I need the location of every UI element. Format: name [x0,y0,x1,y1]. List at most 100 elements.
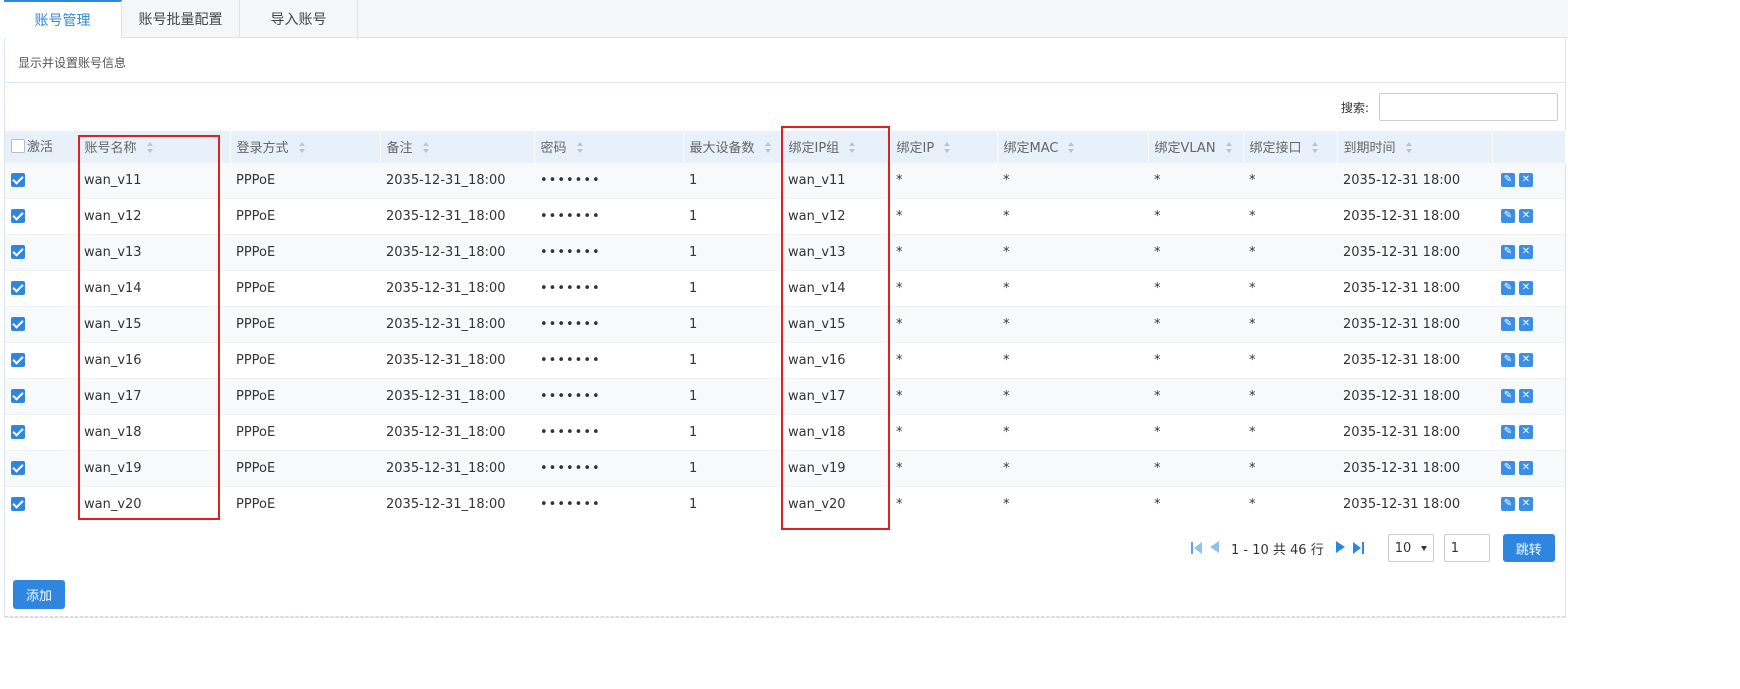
pencil-icon[interactable]: ✎ [1501,497,1515,512]
cell-expire: 2035-12-31 18:00 [1337,449,1492,486]
cell-ip-group: wan_v16 [782,341,890,378]
cell-iface: * [1243,377,1337,414]
search-input[interactable] [1379,93,1558,121]
divider [5,616,1565,617]
col-login-method[interactable]: 登录方式 [230,131,381,162]
select-all-checkbox[interactable] [11,138,25,153]
close-icon[interactable]: ✕ [1519,389,1533,403]
sort-icon[interactable] [1068,142,1075,154]
sort-icon[interactable] [422,142,430,154]
pencil-icon[interactable]: ✎ [1501,461,1515,475]
row-checkbox[interactable] [11,353,25,367]
cell-ip: * [890,161,997,198]
cell-iface: * [1243,161,1337,198]
close-icon[interactable]: ✕ [1519,209,1533,223]
sort-icon[interactable] [1225,142,1233,154]
pencil-icon[interactable]: ✎ [1501,317,1515,331]
col-ip-group[interactable]: 绑定IP组 [782,131,891,162]
row-checkbox[interactable] [11,497,25,512]
first-page-icon[interactable] [1191,542,1202,554]
sort-icon[interactable] [849,142,856,154]
pencil-icon[interactable]: ✎ [1501,209,1515,223]
cell-mac: * [997,161,1148,198]
row-checkbox[interactable] [11,209,25,223]
tab-import-accounts[interactable]: 导入账号 [240,0,358,38]
pencil-icon[interactable]: ✎ [1501,281,1515,295]
close-icon[interactable]: ✕ [1519,173,1533,187]
cell-note: 2035-12-31_18:00 [380,197,534,234]
cell-iface: * [1243,485,1337,522]
tab-batch-config[interactable]: 账号批量配置 [122,0,240,38]
pencil-icon[interactable]: ✎ [1501,173,1515,187]
cell-max-devices: 1 [683,413,782,450]
close-icon[interactable]: ✕ [1519,497,1533,512]
next-page-icon[interactable] [1336,541,1345,556]
cell-password: ••••••• [534,233,683,270]
cell-note: 2035-12-31_18:00 [380,413,534,450]
col-mac[interactable]: 绑定MAC [997,131,1149,162]
sort-icon[interactable] [944,142,951,154]
col-interface[interactable]: 绑定接口 [1243,131,1338,162]
row-checkbox[interactable] [11,173,25,187]
row-checkbox[interactable] [11,245,25,259]
cell-actions: ✎ ✕ [1492,377,1565,414]
row-checkbox[interactable] [11,317,25,331]
row-checkbox[interactable] [11,461,25,475]
cell-login: PPPoE [230,161,380,198]
cell-vlan: * [1148,449,1243,486]
close-icon[interactable]: ✕ [1519,425,1533,439]
cell-mac: * [997,377,1148,414]
pencil-icon[interactable]: ✎ [1501,425,1515,439]
page-number-input[interactable]: 1 [1443,534,1490,562]
cell-login: PPPoE [230,269,380,306]
sort-icon[interactable] [146,142,154,154]
cell-name: wan_v13 [78,233,230,270]
close-icon[interactable]: ✕ [1519,461,1533,475]
row-checkbox[interactable] [11,425,25,439]
row-checkbox[interactable] [11,281,25,295]
pencil-icon[interactable]: ✎ [1501,353,1515,367]
sort-icon[interactable] [1405,142,1413,154]
close-icon[interactable]: ✕ [1519,317,1533,331]
col-ip[interactable]: 绑定IP [890,131,998,162]
close-icon[interactable]: ✕ [1519,353,1533,367]
col-expire[interactable]: 到期时间 [1337,131,1493,162]
sort-icon[interactable] [298,142,306,154]
pencil-icon[interactable]: ✎ [1501,245,1515,259]
cell-vlan: * [1148,377,1243,414]
cell-vlan: * [1148,161,1243,198]
col-max-devices[interactable]: 最大设备数 [683,131,783,162]
add-button[interactable]: 添加 [13,580,65,609]
sort-icon[interactable] [576,142,584,154]
close-icon[interactable]: ✕ [1519,281,1533,295]
cell-name: wan_v17 [78,377,230,414]
tab-bar: 账号管理 账号批量配置 导入账号 [4,0,358,38]
page-size-select[interactable]: 10 [1387,534,1434,562]
last-page-icon[interactable] [1353,542,1364,554]
cell-note: 2035-12-31_18:00 [380,305,534,342]
row-checkbox[interactable] [11,389,25,403]
cell-note: 2035-12-31_18:00 [380,377,534,414]
cell-expire: 2035-12-31 18:00 [1337,161,1492,198]
pagination-info: 1 - 10 共 46 行 [1231,542,1324,558]
col-vlan[interactable]: 绑定VLAN [1148,131,1244,162]
cell-expire: 2035-12-31 18:00 [1337,485,1492,522]
pencil-icon[interactable]: ✎ [1501,389,1515,403]
jump-button[interactable]: 跳转 [1502,534,1555,562]
cell-actions: ✎ ✕ [1492,161,1565,198]
col-password[interactable]: 密码 [534,131,684,162]
cell-mac: * [997,233,1148,270]
prev-page-icon[interactable] [1210,541,1219,556]
cell-ip: * [890,485,997,522]
col-account-name[interactable]: 账号名称 [78,131,231,162]
cell-vlan: * [1148,341,1243,378]
col-note[interactable]: 备注 [380,131,535,162]
tab-account-management[interactable]: 账号管理 [4,0,122,38]
cell-vlan: * [1148,233,1243,270]
sort-icon[interactable] [1311,142,1319,154]
close-icon[interactable]: ✕ [1519,245,1533,259]
cell-max-devices: 1 [683,377,782,414]
cell-note: 2035-12-31_18:00 [380,341,534,378]
sort-icon[interactable] [764,142,772,154]
cell-password: ••••••• [534,341,683,378]
